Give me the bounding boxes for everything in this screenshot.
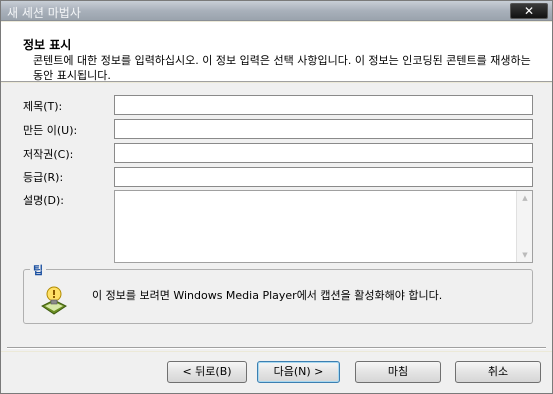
description-field[interactable]: ▲ ▼: [114, 190, 533, 263]
title-label: 제목(T):: [23, 100, 63, 113]
scroll-up-icon[interactable]: ▲: [520, 194, 530, 202]
author-field[interactable]: [114, 119, 533, 139]
wizard-window: 새 세션 마법사 ✕ 정보 표시 콘텐트에 대한 정보를 입력하십시오. 이 정…: [0, 0, 553, 394]
tip-text: 이 정보를 보려면 Windows Media Player에서 캡션을 활성화…: [92, 289, 443, 302]
button-bar: < 뒤로(B) 다음(N) > 마침 취소: [1, 352, 552, 393]
description-label: 설명(D):: [23, 194, 64, 207]
rating-field[interactable]: [114, 167, 533, 187]
scroll-down-icon[interactable]: ▼: [520, 251, 530, 259]
page-description: 콘텐트에 대한 정보를 입력하십시오. 이 정보 입력은 선택 사항입니다. 이…: [33, 54, 531, 82]
wizard-header: 정보 표시 콘텐트에 대한 정보를 입력하십시오. 이 정보 입력은 선택 사항…: [1, 22, 552, 82]
back-button[interactable]: < 뒤로(B): [167, 361, 247, 383]
copyright-field[interactable]: [114, 143, 533, 163]
title-bar: 새 세션 마법사 ✕: [1, 1, 552, 21]
footer-separator: [7, 347, 546, 349]
form-area: 제목(T): 만든 이(U): 저작권(C): 등급(R): 설명(D): ▲ …: [1, 83, 552, 351]
title-field[interactable]: [114, 95, 533, 115]
close-button[interactable]: ✕: [510, 3, 548, 19]
tip-group: 팁 이 정보를 보려면 Windows Media Player에서 캡션을 활…: [23, 262, 533, 324]
next-button[interactable]: 다음(N) >: [257, 361, 340, 383]
window-title: 새 세션 마법사: [7, 6, 81, 20]
lightbulb-icon: [40, 284, 68, 316]
tip-legend: 팁: [30, 262, 47, 278]
description-scrollbar[interactable]: ▲ ▼: [516, 191, 532, 262]
rating-label: 등급(R):: [23, 171, 64, 184]
author-label: 만든 이(U):: [23, 124, 78, 137]
page-title: 정보 표시: [23, 38, 72, 52]
finish-button[interactable]: 마침: [355, 361, 441, 383]
cancel-button[interactable]: 취소: [455, 361, 541, 383]
copyright-label: 저작권(C):: [23, 148, 74, 161]
